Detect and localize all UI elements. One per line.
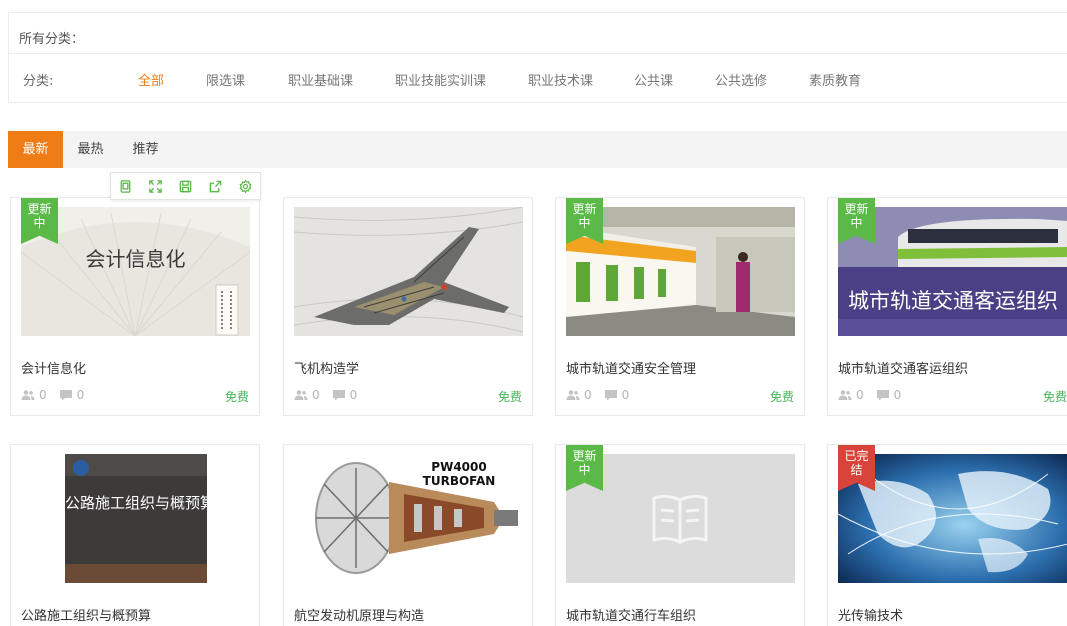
floating-toolbar [110,172,261,200]
settings-icon[interactable] [230,173,260,199]
comment-icon [876,390,889,401]
category-vocational-skill-training[interactable]: 职业技能实训课 [395,70,486,89]
category-label: 分类: [23,74,54,89]
course-title[interactable]: 城市轨道交通安全管理 [566,358,696,377]
category-all[interactable]: 全部 [138,70,164,89]
comment-count: 0 [349,388,358,402]
comment-icon [59,390,72,401]
course-card[interactable]: 公路施工组织与概预算 公路施工组织与概预算 [10,444,260,626]
course-stats: 0 0 [294,388,357,402]
course-title[interactable]: 公路施工组织与概预算 [21,605,151,624]
course-cover[interactable]: 公路施工组织与概预算 [21,454,250,583]
fullscreen-icon[interactable] [141,173,171,199]
course-cover[interactable]: PW4000 TURBOFAN [294,454,523,583]
price-label: 免费 [1042,390,1067,404]
course-stats: 0 0 [838,388,901,402]
students-icon [838,390,852,400]
comment-count: 0 [893,388,902,402]
category-vocational-basic[interactable]: 职业基础课 [288,70,353,89]
category-quality-education[interactable]: 素质教育 [809,70,861,89]
cover-title: 会计信息化 [85,247,186,271]
course-card[interactable]: PW4000 TURBOFAN 航空发动机原理与构造 [283,444,533,626]
course-card[interactable]: 飞机构造学 0 0 免费 [283,197,533,416]
course-title[interactable]: 光传输技术 [838,605,903,624]
category-restricted-elective[interactable]: 限选课 [206,70,245,89]
all-categories-heading: 所有分类： [19,32,85,47]
price-label: 免费 [769,390,794,404]
course-card[interactable]: 更新中 会计信息化 会计信息化 0 0 免费 [10,197,260,416]
course-card[interactable]: 更新中 城市轨道交通客运组织 城市轨道交通客运组织 0 0 免费 [827,197,1067,416]
category-filter-panel: 所有分类： 分类: 全部 限选课 职业基础课 职业技能实训课 职业技术课 公共课… [8,12,1067,103]
course-title[interactable]: 城市轨道交通客运组织 [838,358,968,377]
tab-hottest[interactable]: 最热 [63,131,118,168]
cover-title: 公路施工组织与概预算 [65,494,216,512]
course-card[interactable]: 更新中 城市轨道交通行车组织 [555,444,805,626]
course-stats: 0 0 [21,388,84,402]
course-title[interactable]: 会计信息化 [21,358,86,377]
tab-recommended[interactable]: 推荐 [118,131,173,168]
students-icon [566,390,580,400]
course-title[interactable]: 城市轨道交通行车组织 [566,605,696,624]
cover-title: 城市轨道交通客运组织 [848,289,1058,313]
student-count: 0 [312,388,320,402]
students-icon [21,390,35,400]
sort-tabs: 最新 最热 推荐 [8,131,1067,168]
price-label: 免费 [224,390,249,404]
filter-divider [9,53,1067,54]
course-cover[interactable] [294,207,523,336]
share-icon[interactable] [200,173,230,199]
category-public[interactable]: 公共课 [634,70,673,89]
cover-title: PW4000 TURBOFAN [422,460,496,488]
price-label: 免费 [497,390,522,404]
student-count: 0 [856,388,864,402]
student-count: 0 [584,388,592,402]
comment-count: 0 [76,388,85,402]
course-stats: 0 0 [566,388,629,402]
course-card[interactable]: 更新中 城市轨道交通安全管理 0 0 免费 [555,197,805,416]
category-public-elective[interactable]: 公共选修 [715,70,767,89]
student-count: 0 [39,388,47,402]
students-icon [294,390,308,400]
course-card[interactable]: 已完结 光传输技术 [827,444,1067,626]
course-title[interactable]: 航空发动机原理与构造 [294,605,424,624]
course-title[interactable]: 飞机构造学 [294,358,359,377]
tab-newest[interactable]: 最新 [8,131,63,168]
category-vocational-technical[interactable]: 职业技术课 [528,70,593,89]
comment-icon [604,390,617,401]
category-row: 分类: 全部 限选课 职业基础课 职业技能实训课 职业技术课 公共课 公共选修 … [9,69,1067,89]
comment-icon [332,390,345,401]
page-icon[interactable] [111,173,141,199]
save-icon[interactable] [171,173,201,199]
comment-count: 0 [621,388,630,402]
